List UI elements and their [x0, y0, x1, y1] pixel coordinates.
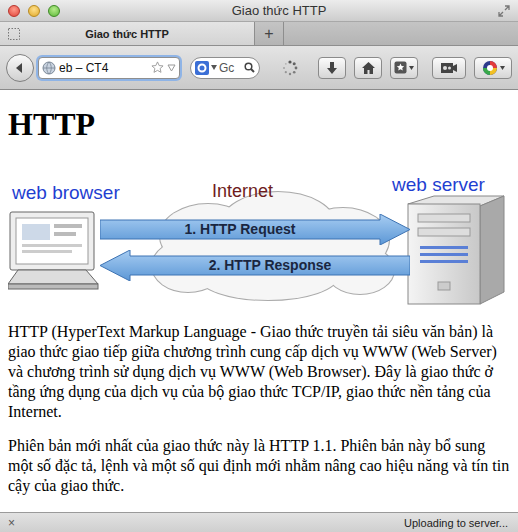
- page-heading: HTTP: [8, 106, 510, 142]
- arrow: 2. HTTP Response: [100, 250, 410, 281]
- search-text: Gc: [219, 61, 242, 75]
- zoom-window-icon[interactable]: [48, 5, 60, 17]
- star-icon[interactable]: [151, 61, 164, 74]
- http-diagram: web browser Internet web server 1. HTTP Req…: [8, 174, 510, 312]
- settings-dropdown-icon: [500, 66, 505, 70]
- server-label: web server: [392, 174, 485, 196]
- new-tab-button[interactable]: +: [255, 22, 284, 45]
- page-content: HTTP: [0, 90, 518, 512]
- film-reel-icon: [440, 60, 458, 76]
- server-icon: [408, 196, 504, 304]
- dropdown-icon[interactable]: [167, 64, 176, 72]
- engine-dropdown-icon[interactable]: [211, 65, 217, 70]
- client-label: web browser: [12, 182, 120, 204]
- arrow: 1. HTTP Request: [100, 214, 410, 245]
- bookmarks-dropdown-icon: [409, 66, 414, 70]
- address-field[interactable]: eb – CT4: [38, 57, 180, 79]
- minimize-window-icon[interactable]: [28, 5, 40, 17]
- arrow-label: 2. HTTP Response: [130, 250, 410, 281]
- network-label: Internet: [212, 180, 273, 202]
- computer-icon: [8, 212, 98, 289]
- globe-icon: [42, 61, 56, 75]
- window-title: Giao thức HTTP: [60, 3, 498, 18]
- search-field[interactable]: Gc: [190, 57, 260, 79]
- arrow-label: 1. HTTP Request: [100, 214, 380, 245]
- toolbar: eb – CT4 Gc: [0, 46, 518, 90]
- close-window-icon[interactable]: [8, 5, 20, 17]
- extension-button[interactable]: [432, 57, 466, 79]
- loading-spinner-icon: [282, 60, 298, 76]
- bookmark-star-icon: [394, 61, 407, 74]
- article-text: HTTP (HyperText Markup Language - Giao t…: [8, 322, 510, 496]
- tab-bar: Giao thức HTTP +: [0, 22, 518, 46]
- downloads-button[interactable]: [318, 57, 346, 79]
- home-icon: [361, 61, 376, 75]
- download-arrow-icon: [325, 61, 339, 75]
- settings-button[interactable]: [474, 57, 512, 79]
- back-button[interactable]: [6, 54, 34, 82]
- fullscreen-icon[interactable]: [498, 5, 510, 17]
- back-arrow-icon: [13, 61, 27, 75]
- status-bar: × Uploading to server...: [0, 512, 518, 532]
- tab-label: Giao thức HTTP: [20, 28, 234, 40]
- google-icon[interactable]: [195, 61, 209, 75]
- internet-cloud-icon: [152, 192, 394, 300]
- home-button[interactable]: [354, 57, 382, 79]
- status-text: Uploading to server...: [404, 517, 508, 529]
- address-text: eb – CT4: [59, 61, 148, 75]
- paragraph: HTTP (HyperText Markup Language - Giao t…: [8, 322, 510, 422]
- browser-tab[interactable]: Giao thức HTTP: [0, 22, 255, 45]
- bookmarks-button[interactable]: [390, 57, 418, 79]
- magnifier-icon: [244, 62, 255, 73]
- title-bar: Giao thức HTTP: [0, 0, 518, 22]
- color-wheel-icon: [482, 60, 498, 76]
- status-close-button[interactable]: ×: [8, 516, 15, 530]
- favicon-placeholder-icon: [8, 28, 20, 40]
- paragraph: Phiên bản mới nhất của giao thức này là …: [8, 436, 510, 496]
